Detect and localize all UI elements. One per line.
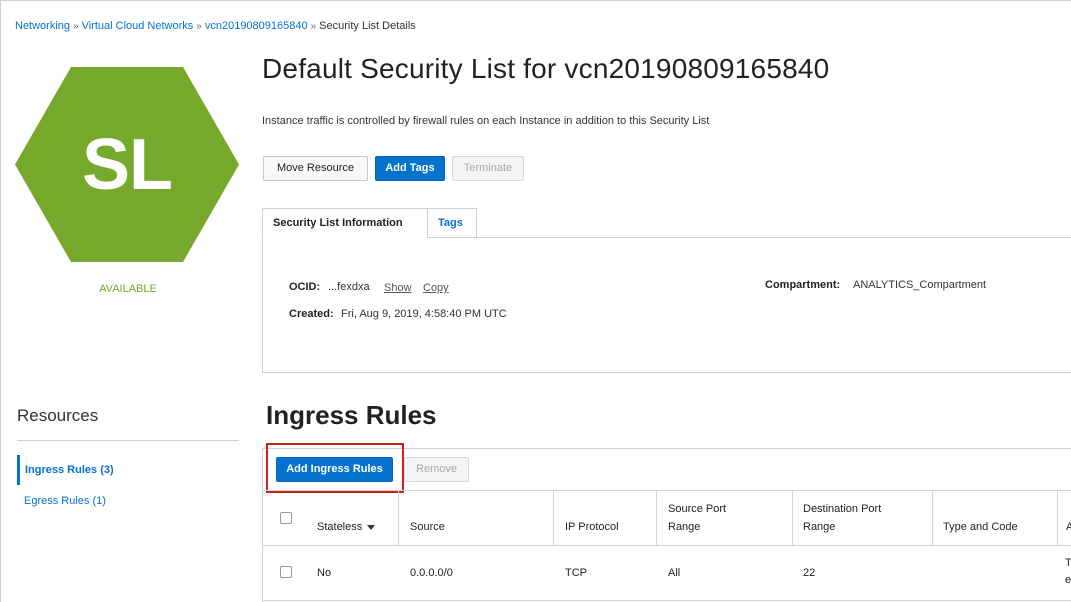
cell-destination-port-range: 22 — [803, 567, 816, 579]
tab-security-list-information[interactable]: Security List Information — [262, 208, 428, 238]
breadcrumb-vcn[interactable]: vcn20190809165840 — [205, 20, 308, 32]
column-header-type-and-code: Type and Code — [943, 521, 1018, 533]
column-divider — [792, 490, 793, 546]
column-divider — [398, 490, 399, 546]
sidebar-item-ingress-rules[interactable]: Ingress Rules (3) — [17, 455, 114, 485]
page-title: Default Security List for vcn20190809165… — [262, 53, 830, 84]
ocid-copy-link[interactable]: Copy — [423, 282, 449, 294]
column-divider — [1057, 490, 1058, 546]
terminate-button[interactable]: Terminate — [452, 156, 524, 181]
created-value: Fri, Aug 9, 2019, 4:58:40 PM UTC — [341, 308, 507, 320]
overlay-box — [1010, 266, 1071, 300]
cell-allows-line1: T — [1065, 557, 1071, 569]
breadcrumb-vcns[interactable]: Virtual Cloud Networks — [82, 20, 194, 32]
hexagon-badge: SL — [15, 67, 239, 262]
breadcrumb-current: Security List Details — [319, 20, 416, 32]
move-resource-button[interactable]: Move Resource — [263, 156, 368, 181]
column-header-source-port-range-line1: Source Port — [668, 503, 727, 515]
page-description: Instance traffic is controlled by firewa… — [262, 115, 710, 127]
column-header-source: Source — [410, 521, 445, 533]
security-list-icon: SL — [15, 67, 239, 262]
resources-title: Resources — [17, 406, 99, 425]
column-header-stateless[interactable]: Stateless — [317, 521, 376, 533]
column-header-stateless-label: Stateless — [317, 521, 363, 533]
select-all-checkbox[interactable] — [280, 512, 292, 524]
highlight-annotation — [266, 443, 404, 493]
compartment-label: Compartment: — [765, 279, 841, 291]
cell-stateless: No — [317, 567, 332, 579]
security-list-info-panel — [262, 237, 1071, 373]
breadcrumb-separator: » — [196, 21, 202, 32]
breadcrumb: Networking» Virtual Cloud Networks» vcn201… — [15, 20, 416, 32]
ocid-label: OCID: — [289, 281, 321, 293]
row-checkbox[interactable] — [280, 566, 292, 578]
resource-icon-text: SL — [81, 124, 173, 205]
compartment-value: ANALYTICS_Compartment — [853, 279, 987, 291]
column-header-allows: A — [1066, 521, 1071, 533]
table-row-bottom-line — [263, 600, 1071, 601]
ocid-value: ...fexdxa — [328, 281, 370, 293]
column-header-destination-port-range-line1: Destination Port — [803, 503, 882, 515]
cell-ip-protocol: TCP — [565, 567, 587, 579]
breadcrumb-networking[interactable]: Networking — [15, 20, 70, 32]
sidebar-item-egress-rules[interactable]: Egress Rules (1) — [17, 486, 106, 516]
tab-tags[interactable]: Tags — [428, 208, 477, 238]
cell-allows-line2: e — [1065, 574, 1071, 586]
add-tags-button[interactable]: Add Tags — [375, 156, 445, 181]
breadcrumb-separator: » — [73, 21, 79, 32]
resources-divider — [17, 440, 239, 441]
status-badge: AVAILABLE — [99, 283, 157, 295]
ocid-show-link[interactable]: Show — [384, 282, 412, 294]
column-header-ip-protocol: IP Protocol — [565, 521, 619, 533]
column-divider — [553, 490, 554, 546]
cell-source: 0.0.0.0/0 — [410, 567, 453, 579]
cell-source-port-range: All — [668, 567, 681, 579]
created-label: Created: — [289, 308, 334, 320]
table-header-bottom-line — [263, 545, 1071, 546]
breadcrumb-separator: » — [310, 21, 317, 32]
column-divider — [656, 490, 657, 546]
table-header-top-line — [263, 490, 1071, 491]
column-header-source-port-range-line2: Range — [668, 521, 701, 533]
column-header-destination-port-range-line2: Range — [803, 521, 836, 533]
ingress-rules-title: Ingress Rules — [266, 400, 437, 430]
remove-button[interactable]: Remove — [404, 457, 469, 482]
column-divider — [932, 490, 933, 546]
sort-caret-icon — [367, 524, 376, 530]
